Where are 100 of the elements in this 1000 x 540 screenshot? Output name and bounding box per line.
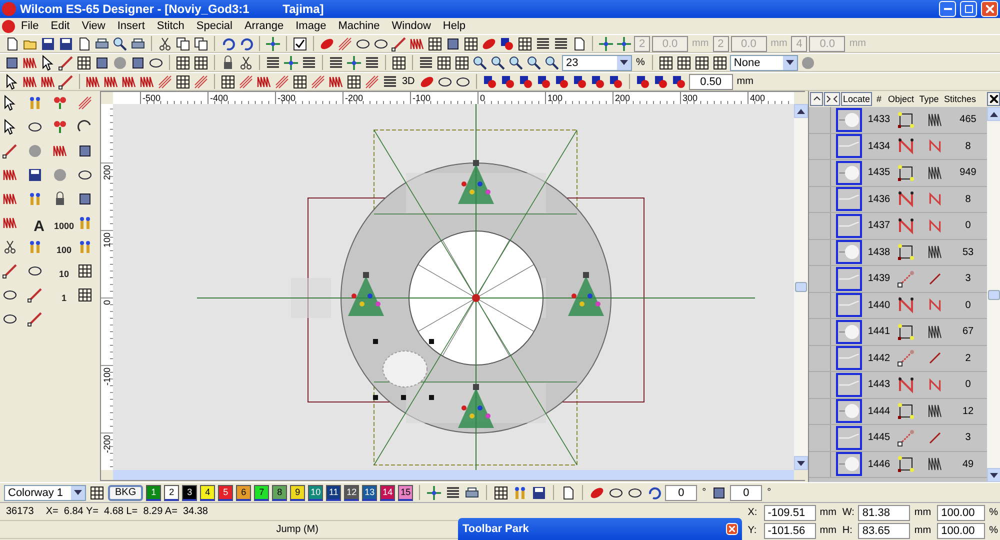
expand-button[interactable] — [824, 92, 840, 106]
figures-icon[interactable] — [27, 95, 43, 111]
menu-item[interactable]: Machine — [332, 20, 386, 32]
scissors-icon[interactable] — [2, 239, 18, 255]
crosshair-icon[interactable] — [283, 54, 299, 70]
rotate-field[interactable]: 0 — [665, 484, 698, 500]
menu-item[interactable]: Help — [436, 20, 472, 32]
figures-icon[interactable] — [27, 191, 43, 207]
object-thumbnail[interactable] — [836, 293, 862, 318]
zoom-icon[interactable] — [112, 36, 128, 52]
object-thumbnail[interactable] — [836, 187, 862, 212]
menu-item[interactable]: Stitch — [150, 20, 190, 32]
zoom-icon[interactable] — [526, 54, 542, 70]
line-icon[interactable] — [27, 287, 43, 303]
printer-icon[interactable] — [94, 36, 110, 52]
grid-icon[interactable] — [463, 36, 479, 52]
printer-icon[interactable] — [130, 36, 146, 52]
horizontal-scrollbar[interactable] — [113, 470, 794, 480]
undo-icon[interactable] — [238, 36, 254, 52]
grid-icon[interactable] — [427, 36, 443, 52]
square-circle-icon[interactable] — [652, 74, 669, 90]
object-thumbnail[interactable] — [836, 346, 862, 370]
square-icon[interactable] — [445, 36, 461, 52]
undo-icon[interactable] — [220, 36, 236, 52]
lines-icon[interactable] — [328, 54, 344, 70]
color-swatch[interactable]: 5 — [218, 484, 234, 500]
minimize-button[interactable] — [939, 1, 956, 17]
lines-icon[interactable] — [418, 54, 434, 70]
square-circle-icon[interactable] — [536, 74, 552, 90]
pointer-icon[interactable] — [4, 74, 20, 90]
object-thumbnail[interactable] — [836, 134, 862, 158]
object-thumbnail[interactable] — [836, 160, 862, 185]
scissors-icon[interactable] — [238, 54, 254, 70]
figures-icon[interactable] — [27, 239, 43, 255]
grid-icon[interactable] — [517, 36, 533, 52]
zigzag-icon[interactable] — [52, 143, 68, 159]
grid-icon[interactable] — [454, 54, 470, 70]
pointer-icon[interactable] — [40, 54, 56, 70]
lines-icon[interactable] — [535, 36, 551, 52]
lines-icon[interactable] — [364, 54, 380, 70]
color-select[interactable]: None — [730, 54, 798, 70]
menu-item[interactable]: Window — [386, 20, 437, 32]
undo-icon[interactable] — [646, 484, 662, 500]
grid-icon[interactable] — [193, 54, 209, 70]
color-swatch[interactable]: 1 — [146, 484, 162, 500]
collapse-button[interactable] — [810, 92, 823, 106]
lines-icon[interactable] — [553, 36, 569, 52]
object-thumbnail[interactable] — [836, 320, 862, 344]
zigzag-icon[interactable] — [2, 215, 18, 231]
object-thumbnail[interactable] — [836, 266, 862, 291]
transform-field[interactable]: 100.00 — [937, 522, 986, 538]
line-icon[interactable] — [58, 54, 74, 70]
grid-icon[interactable] — [292, 74, 308, 90]
text-tool[interactable]: 10 — [52, 263, 76, 285]
zoom-select[interactable]: 23 — [562, 54, 632, 70]
line-icon[interactable] — [391, 36, 407, 52]
grid-icon[interactable] — [694, 54, 710, 70]
hatch-icon[interactable] — [310, 74, 326, 90]
color-swatch[interactable]: 10 — [308, 484, 324, 500]
scroll-thumb[interactable] — [988, 290, 1000, 300]
object-thumbnail[interactable] — [836, 108, 862, 132]
line-icon[interactable] — [2, 143, 18, 159]
menu-item[interactable]: Insert — [111, 20, 151, 32]
square-circle-icon[interactable] — [518, 74, 534, 90]
scrollbar[interactable] — [794, 104, 808, 470]
grid-icon[interactable] — [77, 287, 93, 303]
object-thumbnail[interactable] — [836, 426, 862, 450]
color-swatch[interactable]: 11 — [326, 484, 342, 500]
grid-icon[interactable] — [493, 484, 510, 500]
hatch-icon[interactable] — [274, 74, 290, 90]
color-swatch[interactable]: 4 — [200, 484, 216, 500]
zoom-icon[interactable] — [508, 54, 524, 70]
crosshair-icon[interactable] — [265, 36, 281, 52]
square-icon[interactable] — [130, 54, 146, 70]
background-button[interactable]: BKG — [108, 484, 144, 500]
hatch-icon[interactable] — [77, 95, 93, 111]
menu-item[interactable]: Edit — [44, 20, 76, 32]
hatch-icon[interactable] — [364, 74, 380, 90]
menu-item[interactable]: File — [15, 20, 45, 32]
line-icon[interactable] — [27, 311, 43, 327]
lines-icon[interactable] — [265, 54, 281, 70]
object-thumbnail[interactable] — [836, 240, 862, 264]
dropdown-button[interactable] — [71, 486, 85, 500]
square-circle-icon[interactable] — [670, 74, 687, 90]
flower-icon[interactable] — [52, 95, 68, 111]
text-tool[interactable]: 1 — [52, 287, 76, 309]
color-swatch[interactable]: 2 — [164, 484, 180, 500]
scroll-thumb[interactable] — [795, 282, 807, 292]
transform-field[interactable]: 83.65 — [858, 522, 910, 538]
crosshair-icon[interactable] — [346, 54, 362, 70]
lines-icon[interactable] — [445, 484, 462, 500]
hatch-icon[interactable] — [238, 74, 254, 90]
menu-item[interactable]: Arrange — [238, 20, 290, 32]
color-swatch[interactable]: 12 — [344, 484, 360, 500]
object-thumbnail[interactable] — [836, 372, 862, 397]
3d-label[interactable]: 3D — [400, 76, 417, 87]
square-circle-icon[interactable] — [572, 74, 588, 90]
zigzag-icon[interactable] — [2, 167, 18, 183]
hatch-icon[interactable] — [157, 74, 173, 90]
color-swatch[interactable]: 14 — [380, 484, 396, 500]
